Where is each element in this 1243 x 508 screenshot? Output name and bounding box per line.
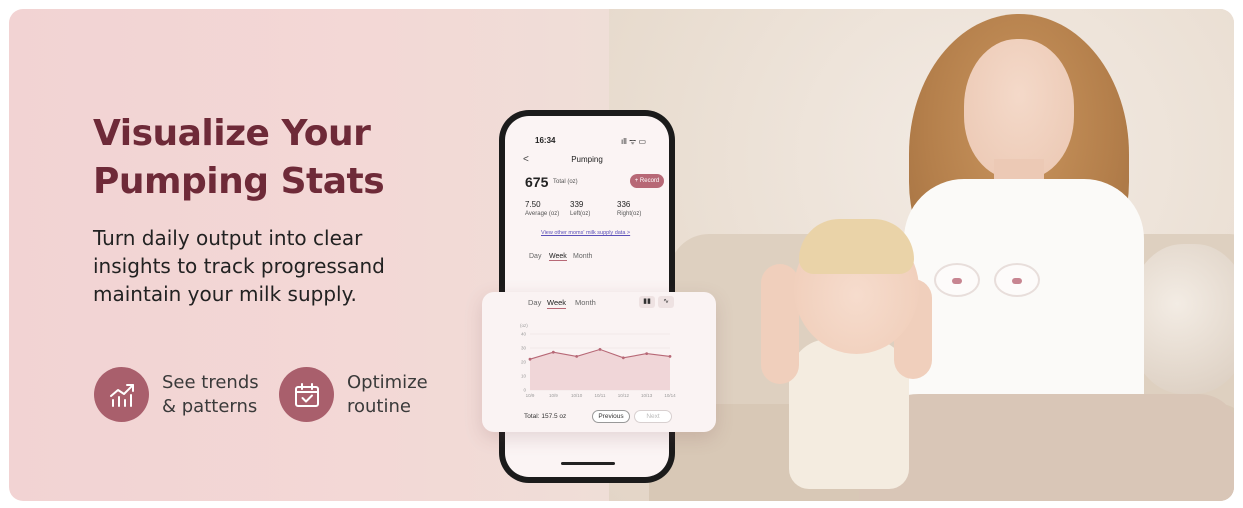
feature-trends: See trends & patterns xyxy=(94,367,259,422)
data-point xyxy=(645,352,649,355)
data-point xyxy=(575,355,579,358)
phone-tab-month[interactable]: Month xyxy=(573,253,592,260)
feature-optimize-line-1: Optimize xyxy=(347,371,428,393)
chart-card: Day Week Month ▮▮ ∿ (oz) 0 10 20 30 40 10/9 10/… xyxy=(482,292,716,432)
woman-pants xyxy=(859,394,1234,501)
feature-trends-label: See trends & patterns xyxy=(162,371,259,419)
feature-optimize-line-2: routine xyxy=(347,395,411,417)
feature-trends-line-1: See trends xyxy=(162,371,259,393)
series-area xyxy=(530,349,670,390)
stat-average-label: Average (oz) xyxy=(525,211,560,217)
stat-right-label: Right(oz) xyxy=(617,211,642,217)
x-tick-label: 10/9 xyxy=(549,393,558,398)
screen-title: Pumping xyxy=(571,155,603,164)
data-point xyxy=(621,356,625,360)
y-tick-label: 40 xyxy=(521,332,527,337)
y-tick-label: 0 xyxy=(523,388,526,393)
x-tick-label: 10/12 xyxy=(618,393,630,398)
data-point xyxy=(551,350,555,354)
calendar-check-icon xyxy=(279,367,334,422)
y-tick-label: 10 xyxy=(521,374,527,379)
trend-chart-icon xyxy=(94,367,149,422)
record-button[interactable]: + Record xyxy=(630,174,664,188)
breast-pump-left xyxy=(934,263,980,297)
headline: Visualize Your Pumping Stats xyxy=(93,110,453,206)
stat-left-value: 339 xyxy=(570,200,584,209)
x-tick-label: 10/11 xyxy=(595,393,606,398)
status-time: 16:34 xyxy=(535,136,556,145)
woman-shirt xyxy=(904,179,1144,429)
status-icons: ıll ᯤ ▭ xyxy=(621,137,647,146)
data-point xyxy=(598,348,602,351)
subtext-line-2: insights to track progressand xyxy=(93,254,385,278)
y-unit-label: (oz) xyxy=(520,323,528,328)
feature-trends-line-2: & patterns xyxy=(162,395,258,417)
feature-optimize: Optimize routine xyxy=(279,367,428,422)
home-indicator xyxy=(561,462,615,465)
card-total: Total: 157.5 oz xyxy=(524,413,567,420)
data-point xyxy=(528,357,532,361)
headline-line-2: Pumping Stats xyxy=(93,161,385,202)
x-tick-label: 10/9 xyxy=(526,393,535,398)
phone-tab-week[interactable]: Week xyxy=(549,253,567,261)
subtext: Turn daily output into clear insights to… xyxy=(93,224,453,308)
next-button[interactable]: Next xyxy=(634,410,672,423)
y-tick-label: 20 xyxy=(521,360,527,365)
y-tick-label: 30 xyxy=(521,346,527,351)
fluffy-cushion xyxy=(1129,244,1234,394)
data-point xyxy=(668,355,672,358)
woman-face xyxy=(964,39,1074,179)
x-tick-label: 10/14 xyxy=(664,393,676,398)
breast-pump-right xyxy=(994,263,1040,297)
feature-optimize-label: Optimize routine xyxy=(347,371,428,419)
x-tick-label: 10/13 xyxy=(641,393,653,398)
baby-body xyxy=(789,339,909,489)
headline-line-1: Visualize Your xyxy=(93,113,371,154)
pumping-area-chart: (oz) 0 10 20 30 40 10/9 10/9 10/10 10/11 10/12 10/1… xyxy=(520,323,676,398)
stat-right-value: 336 xyxy=(617,200,631,209)
x-tick-label: 10/10 xyxy=(571,393,583,398)
phone-tab-day[interactable]: Day xyxy=(529,253,541,260)
stat-average-value: 7.50 xyxy=(525,200,541,209)
stat-left-label: Left(oz) xyxy=(570,211,591,217)
subtext-line-3: maintain your milk supply. xyxy=(93,282,357,306)
baby-hair xyxy=(799,219,914,274)
total-label: Total (oz) xyxy=(553,179,578,185)
other-moms-link[interactable]: View other moms' milk supply data > xyxy=(541,230,630,236)
previous-button[interactable]: Previous xyxy=(592,410,630,423)
total-value: 675 xyxy=(525,174,549,190)
subtext-line-1: Turn daily output into clear xyxy=(93,226,363,250)
